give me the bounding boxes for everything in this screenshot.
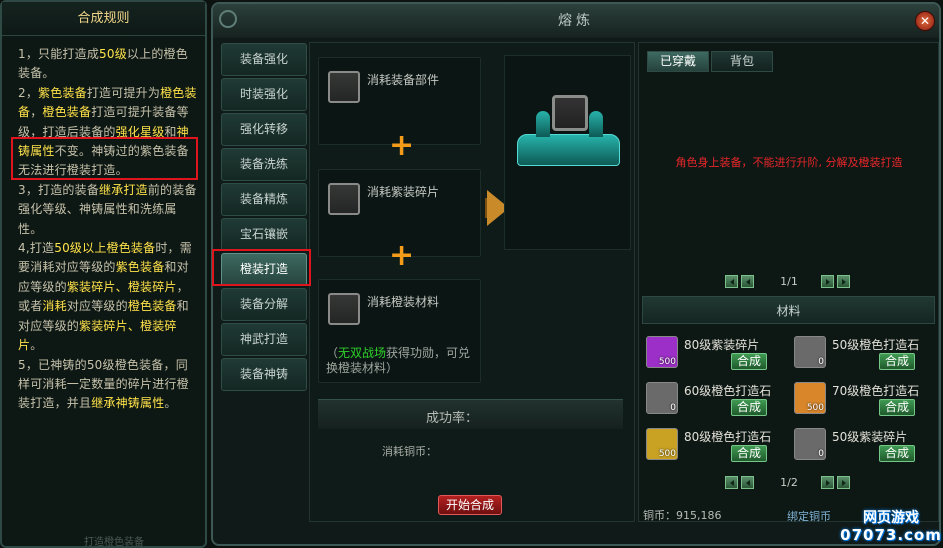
forge-stone-icon[interactable]: 500 xyxy=(646,428,678,460)
forge-panel: 消耗装备部件 + 消耗紫装碎片 + 消耗橙装材料 （无双战场获得功勋，可兑换橙装… xyxy=(309,42,635,522)
material-item: 0 50级橙色打造石 合成 xyxy=(794,336,939,380)
plus-icon: + xyxy=(389,128,415,163)
window-title: 熔炼 xyxy=(558,13,594,29)
tab-equipped[interactable]: 已穿戴 xyxy=(647,51,709,72)
tab-divine-forge[interactable]: 神武打造 xyxy=(221,323,307,356)
forge-stone-icon[interactable]: 0 xyxy=(794,336,826,368)
material-item: 500 80级橙色打造石 合成 xyxy=(646,428,791,472)
pedestal-icon xyxy=(517,95,620,166)
synthesize-button[interactable]: 合成 xyxy=(731,353,767,370)
last-page-button[interactable] xyxy=(837,476,850,489)
site-watermark: 网页游戏 07073.com xyxy=(840,510,942,544)
pedestal-ear xyxy=(589,111,603,137)
slot-label: 消耗装备部件 xyxy=(367,73,440,87)
page-indicator: 1/2 xyxy=(780,476,798,489)
synthesize-button[interactable]: 合成 xyxy=(731,399,767,416)
next-page-button[interactable] xyxy=(821,476,834,489)
equip-part-slot[interactable] xyxy=(328,71,360,103)
last-page-button[interactable] xyxy=(837,275,850,288)
inventory-panel: 已穿戴 背包 角色身上装备，不能进行升阶, 分解及橙装打造 1/1 材料 500… xyxy=(638,42,939,523)
first-page-button[interactable] xyxy=(725,476,738,489)
material-item: 0 60级橙色打造石 合成 xyxy=(646,382,791,426)
rules-panel: 合成规则 1，只能打造成50级以上的橙色装备。 2，紫色装备打造可提升为橙色装备… xyxy=(0,0,207,548)
purple-fragment-icon[interactable]: 0 xyxy=(794,428,826,460)
copper-cost-label: 消耗铜币： xyxy=(382,445,437,458)
tab-fashion-enhance[interactable]: 时装强化 xyxy=(221,78,307,111)
prev-page-button[interactable] xyxy=(741,275,754,288)
tab-equip-decompose[interactable]: 装备分解 xyxy=(221,288,307,321)
materials-header: 材料 xyxy=(642,296,935,324)
rules-text: 1，只能打造成50级以上的橙色装备。 2，紫色装备打造可提升为橙色装备，橙色装备… xyxy=(2,36,205,414)
pager-top: 1/1 xyxy=(725,275,853,291)
rule-3: 3，打造的装备继承打造前的装备强化等级、神铸属性和洗练属性。 xyxy=(18,182,197,236)
rules-title: 合成规则 xyxy=(2,2,205,36)
purple-fragment-icon[interactable]: 500 xyxy=(646,336,678,368)
next-page-button[interactable] xyxy=(821,275,834,288)
synthesize-button[interactable]: 合成 xyxy=(879,353,915,370)
success-rate-label: 成功率： xyxy=(426,411,479,426)
slot-label: 消耗橙装材料 xyxy=(367,295,440,309)
window-titlebar: 熔炼 ✕ xyxy=(213,4,939,38)
synthesize-button[interactable]: 合成 xyxy=(731,445,767,462)
empty-equipment-message: 角色身上装备，不能进行升阶, 分解及橙装打造 xyxy=(675,156,903,169)
copper-coins-balance: 铜币：915,186 xyxy=(643,509,722,522)
first-page-button[interactable] xyxy=(725,275,738,288)
highlight-tab-box xyxy=(212,249,311,286)
tab-equip-divine-cast[interactable]: 装备神铸 xyxy=(221,358,307,391)
result-slot[interactable] xyxy=(552,95,588,131)
tab-equip-refine[interactable]: 装备精炼 xyxy=(221,183,307,216)
tab-bag[interactable]: 背包 xyxy=(711,51,773,72)
synthesize-button[interactable]: 合成 xyxy=(879,399,915,416)
tab-gem-inlay[interactable]: 宝石镶嵌 xyxy=(221,218,307,251)
plus-icon: + xyxy=(389,238,415,273)
material-item: 0 50级紫装碎片 合成 xyxy=(794,428,939,472)
success-rate-bar: 成功率： xyxy=(318,399,623,429)
start-synthesis-button[interactable]: 开始合成 xyxy=(438,495,502,515)
forge-stone-icon[interactable]: 500 xyxy=(794,382,826,414)
rule-4: 4,打造50级以上橙色装备时，需要消耗对应等级的紫色装备和对应等级的紫装碎片、橙… xyxy=(18,241,192,353)
close-button[interactable]: ✕ xyxy=(915,11,935,31)
slot-label: 消耗紫装碎片 xyxy=(367,185,440,199)
tab-enhance-transfer[interactable]: 强化转移 xyxy=(221,113,307,146)
pedestal-ear xyxy=(536,111,550,137)
material-hint: （无双战场获得功勋，可兑换橙装材料） xyxy=(326,346,471,375)
rule-1: 1，只能打造成50级以上的橙色装备。 xyxy=(18,47,188,81)
rule-5: 5，已神铸的50级橙色装备，同样可消耗一定数量的碎片进行橙装打造，并且继承神铸属… xyxy=(18,357,189,411)
smelting-window: 熔炼 ✕ 装备强化 时装强化 强化转移 装备洗练 装备精炼 宝石镶嵌 橙装打造 … xyxy=(211,2,941,546)
synthesize-button[interactable]: 合成 xyxy=(879,445,915,462)
pager-bottom: 1/2 xyxy=(725,476,853,492)
material-item: 500 80级紫装碎片 合成 xyxy=(646,336,791,380)
forge-stone-icon[interactable]: 0 xyxy=(646,382,678,414)
result-box xyxy=(504,55,631,250)
prev-page-button[interactable] xyxy=(741,476,754,489)
purple-fragment-slot[interactable] xyxy=(328,183,360,215)
bound-copper-label: 绑定铜币 xyxy=(787,510,831,523)
rules-footer: 打造橙色装备 xyxy=(84,537,144,548)
tab-equip-wash[interactable]: 装备洗练 xyxy=(221,148,307,181)
orange-material-slot[interactable] xyxy=(328,293,360,325)
material-item: 500 70级橙色打造石 合成 xyxy=(794,382,939,426)
highlight-rule-box xyxy=(11,137,198,180)
tab-equip-enhance[interactable]: 装备强化 xyxy=(221,43,307,76)
page-indicator: 1/1 xyxy=(780,275,798,288)
